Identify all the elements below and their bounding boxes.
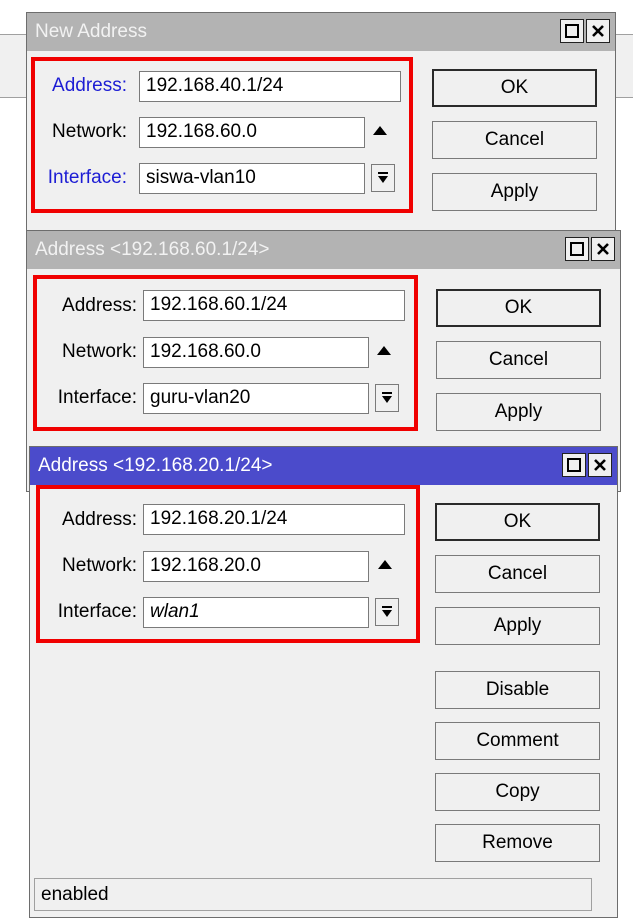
dropdown-button[interactable] — [371, 164, 395, 192]
cancel-button[interactable]: Cancel — [436, 341, 601, 379]
new-address-window: New Address Address: 192.168.40.1/24 Net… — [26, 12, 616, 242]
ok-button[interactable]: OK — [436, 289, 601, 327]
ok-button[interactable]: OK — [435, 503, 600, 541]
copy-button[interactable]: Copy — [435, 773, 600, 811]
apply-button[interactable]: Apply — [436, 393, 601, 431]
window-titlebar[interactable]: Address <192.168.20.1/24> — [30, 447, 617, 485]
cancel-button[interactable]: Cancel — [435, 555, 600, 593]
dropdown-button[interactable] — [375, 384, 399, 412]
network-field[interactable]: 192.168.60.0 — [143, 337, 369, 368]
network-field[interactable]: 192.168.20.0 — [143, 551, 369, 582]
expand-up-icon[interactable] — [373, 126, 387, 135]
maximize-icon[interactable] — [562, 453, 586, 477]
interface-label[interactable]: Interface: — [48, 167, 127, 189]
address-field[interactable]: 192.168.40.1/24 — [139, 71, 401, 102]
address-label[interactable]: Address: — [52, 75, 127, 97]
address-field[interactable]: 192.168.60.1/24 — [143, 290, 405, 321]
close-icon[interactable] — [591, 237, 615, 261]
window-title: New Address — [35, 21, 147, 42]
network-label: Network: — [62, 555, 137, 576]
apply-button[interactable]: Apply — [432, 173, 597, 211]
expand-up-icon[interactable] — [377, 346, 391, 355]
dropdown-icon — [382, 392, 392, 403]
interface-field[interactable]: guru-vlan20 — [143, 383, 369, 414]
expand-up-icon[interactable] — [378, 560, 392, 569]
apply-button[interactable]: Apply — [435, 607, 600, 645]
window-title: Address <192.168.60.1/24> — [35, 239, 270, 260]
dropdown-icon — [378, 172, 388, 183]
interface-field[interactable]: siswa-vlan10 — [139, 163, 365, 194]
window-title: Address <192.168.20.1/24> — [38, 455, 273, 476]
network-label: Network: — [62, 341, 137, 362]
close-icon[interactable] — [586, 19, 610, 43]
address-label: Address: — [62, 295, 137, 316]
disable-button[interactable]: Disable — [435, 671, 600, 709]
maximize-icon[interactable] — [560, 19, 584, 43]
maximize-icon[interactable] — [565, 237, 589, 261]
interface-field[interactable]: wlan1 — [143, 597, 369, 628]
window-titlebar[interactable]: New Address — [27, 13, 615, 51]
ok-button[interactable]: OK — [432, 69, 597, 107]
address-20-window: Address <192.168.20.1/24> Address: 192.1… — [29, 446, 618, 918]
address-field[interactable]: 192.168.20.1/24 — [143, 504, 405, 535]
close-icon[interactable] — [588, 453, 612, 477]
interface-label: Interface: — [57, 601, 137, 622]
address-label: Address: — [62, 509, 137, 530]
window-titlebar[interactable]: Address <192.168.60.1/24> — [27, 231, 620, 269]
interface-label: Interface: — [57, 387, 137, 408]
status-bar: enabled — [34, 878, 592, 911]
network-label: Network: — [52, 121, 127, 142]
dropdown-button[interactable] — [375, 598, 399, 626]
dropdown-icon — [382, 606, 392, 617]
cancel-button[interactable]: Cancel — [432, 121, 597, 159]
remove-button[interactable]: Remove — [435, 824, 600, 862]
network-field[interactable]: 192.168.60.0 — [139, 117, 365, 148]
comment-button[interactable]: Comment — [435, 722, 600, 760]
